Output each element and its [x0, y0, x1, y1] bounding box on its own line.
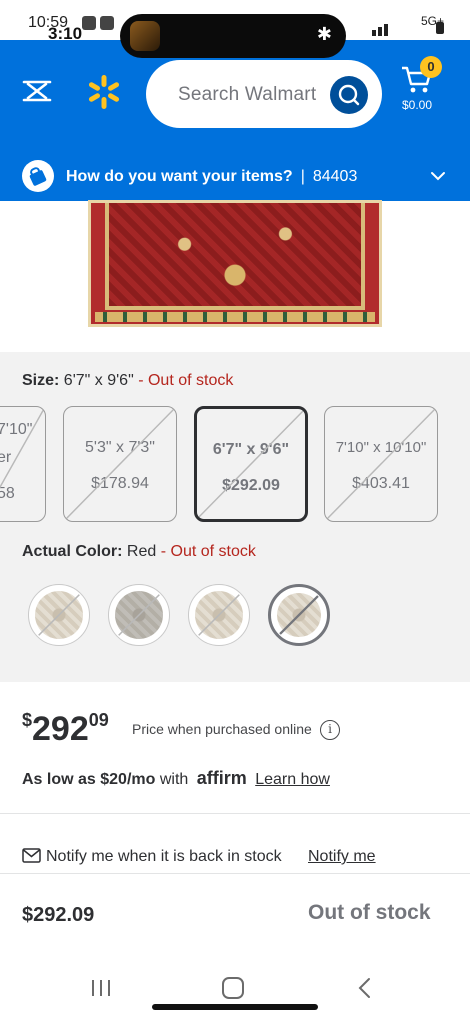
unavailable-slash [279, 595, 319, 635]
product-image[interactable] [88, 200, 382, 327]
color-swatch[interactable] [108, 584, 170, 646]
sticky-price: $292.09 [22, 904, 95, 926]
divider [0, 813, 470, 814]
size-label: Size: [22, 372, 60, 389]
cart-total: $0.00 [402, 98, 433, 112]
color-selected-value: Red [126, 543, 157, 560]
color-label-row: Actual Color: Red - Out of stock [22, 543, 256, 561]
price-currency: $ [22, 710, 33, 730]
learn-how-link[interactable]: Learn how [255, 771, 330, 788]
delivery-icon[interactable] [22, 160, 54, 192]
bag-icon [29, 167, 47, 186]
delivery-selector[interactable]: How do you want your items? | 84403 [66, 168, 357, 186]
color-swatch[interactable] [28, 584, 90, 646]
divider [0, 873, 470, 874]
info-icon[interactable]: i [320, 720, 340, 740]
affirm-financing: As low as $20/mo with affirm Learn how [22, 768, 330, 789]
affirm-with: with [159, 771, 189, 788]
notify-message: Notify me when it is back in stock [46, 848, 282, 865]
app-header: Search Walmart 0 $0.00 How do you want y… [0, 40, 470, 201]
chevron-down-icon[interactable] [430, 170, 446, 182]
color-stock-status: - Out of stock [160, 543, 256, 560]
product-price: $29209 [22, 710, 109, 749]
message-icon [100, 16, 114, 30]
size-option[interactable]: 5'3" x 7'3" $178.94 [63, 406, 177, 522]
home-icon[interactable] [222, 977, 244, 999]
price-cents: 09 [88, 710, 109, 730]
cart-count-badge: 0 [420, 56, 442, 78]
search-icon [338, 84, 360, 106]
search-bar[interactable]: Search Walmart [146, 60, 382, 128]
delivery-prompt: How do you want your items? [66, 168, 293, 185]
search-placeholder[interactable]: Search Walmart [178, 84, 316, 106]
size-stock-status: - Out of stock [138, 372, 234, 389]
size-option-selected[interactable]: 6'7" x 9'6" $292.09 [194, 406, 308, 522]
color-swatch[interactable] [188, 584, 250, 646]
back-icon[interactable] [356, 977, 372, 999]
unavailable-slash [118, 594, 160, 636]
bluetooth-icon: ✱ [316, 24, 332, 44]
unavailable-slash [197, 409, 305, 519]
unavailable-slash [64, 407, 176, 521]
notify-me-link[interactable]: Notify me [308, 848, 376, 866]
media-thumbnail [130, 21, 160, 51]
color-swatch-selected[interactable] [268, 584, 330, 646]
signal-icon [372, 30, 376, 36]
recents-icon[interactable] [90, 978, 112, 998]
notification-icon [82, 16, 96, 30]
system-nav-bar [0, 960, 470, 1020]
size-selected-value: 6'7" x 9'6" [63, 372, 134, 389]
unavailable-slash [0, 407, 45, 489]
size-label-row: Size: 6'7" x 9'6" - Out of stock [22, 372, 233, 390]
battery-icon [436, 22, 444, 34]
unavailable-slash [38, 594, 80, 636]
menu-icon[interactable] [22, 76, 52, 106]
size-option[interactable]: 7'10" x 10'10" $403.41 [324, 406, 438, 522]
dynamic-island[interactable]: ✱ [120, 14, 346, 58]
unavailable-slash [198, 594, 240, 636]
home-indicator[interactable] [152, 1004, 318, 1010]
status-bar: 10:59 3:10 ✱ 5G+ [0, 0, 470, 58]
size-option[interactable]: 7'10" er 58 [0, 406, 46, 522]
unavailable-slash [325, 407, 437, 521]
delivery-separator: | [300, 168, 305, 185]
price-whole: 292 [32, 710, 89, 748]
price-note: Price when purchased online [132, 721, 312, 737]
walmart-spark-icon[interactable] [86, 74, 122, 110]
out-of-stock-label: Out of stock [308, 901, 431, 924]
color-label: Actual Color: [22, 543, 123, 560]
mail-icon [22, 848, 41, 863]
search-button[interactable] [330, 76, 368, 114]
variant-options: Size: 6'7" x 9'6" - Out of stock 7'10" e… [0, 352, 470, 682]
delivery-zip: 84403 [312, 168, 358, 185]
affirm-monthly: As low as $20/mo [22, 771, 156, 788]
affirm-logo: affirm [196, 768, 247, 788]
